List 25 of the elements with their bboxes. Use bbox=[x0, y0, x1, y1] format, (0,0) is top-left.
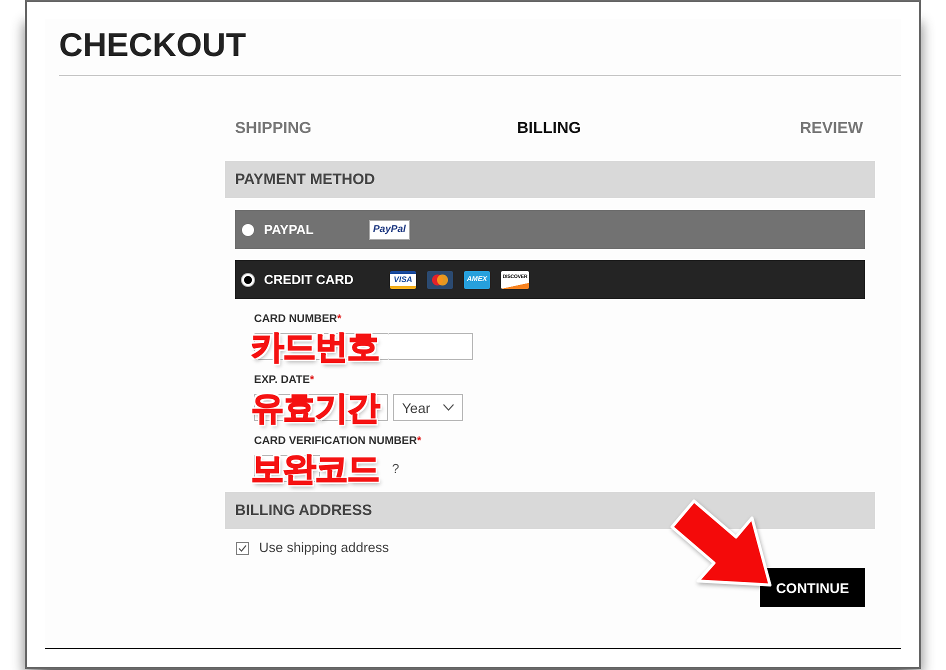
continue-button[interactable]: CONTINUE bbox=[760, 568, 865, 607]
field-label: CARD NUMBER* bbox=[254, 312, 342, 326]
year-select[interactable]: Year bbox=[393, 394, 463, 421]
section-header: BILLING ADDRESS bbox=[225, 492, 875, 529]
radio-button[interactable] bbox=[242, 274, 254, 286]
checkbox-label: Use shipping address bbox=[259, 540, 389, 556]
annotation-text: 보완코드 bbox=[251, 450, 380, 487]
help-link[interactable]: ? bbox=[392, 455, 400, 482]
section-header: PAYMENT METHOD bbox=[225, 161, 875, 198]
page-title: CHECKOUT bbox=[59, 26, 246, 64]
payment-option[interactable]: PAYPAL PayPal bbox=[235, 210, 865, 249]
payment-logo: PayPal bbox=[369, 220, 410, 240]
annotation-text: 유효기간 bbox=[251, 389, 380, 426]
checkbox[interactable] bbox=[236, 542, 249, 554]
payment-option-label: CREDIT CARD bbox=[264, 272, 355, 287]
checkout-step[interactable]: BILLING bbox=[517, 119, 581, 139]
card-logo: VISA bbox=[390, 270, 416, 288]
payment-option-label: PAYPAL bbox=[264, 222, 315, 237]
circles-card-icon bbox=[427, 270, 453, 288]
radio-button[interactable] bbox=[242, 224, 254, 236]
checkout-step[interactable]: REVIEW bbox=[800, 119, 863, 139]
chevron-down-icon bbox=[443, 404, 454, 411]
field-label: CARD VERIFICATION NUMBER* bbox=[254, 434, 422, 448]
field-label: EXP. DATE* bbox=[254, 373, 316, 387]
checkout-step[interactable]: SHIPPING bbox=[235, 119, 312, 139]
